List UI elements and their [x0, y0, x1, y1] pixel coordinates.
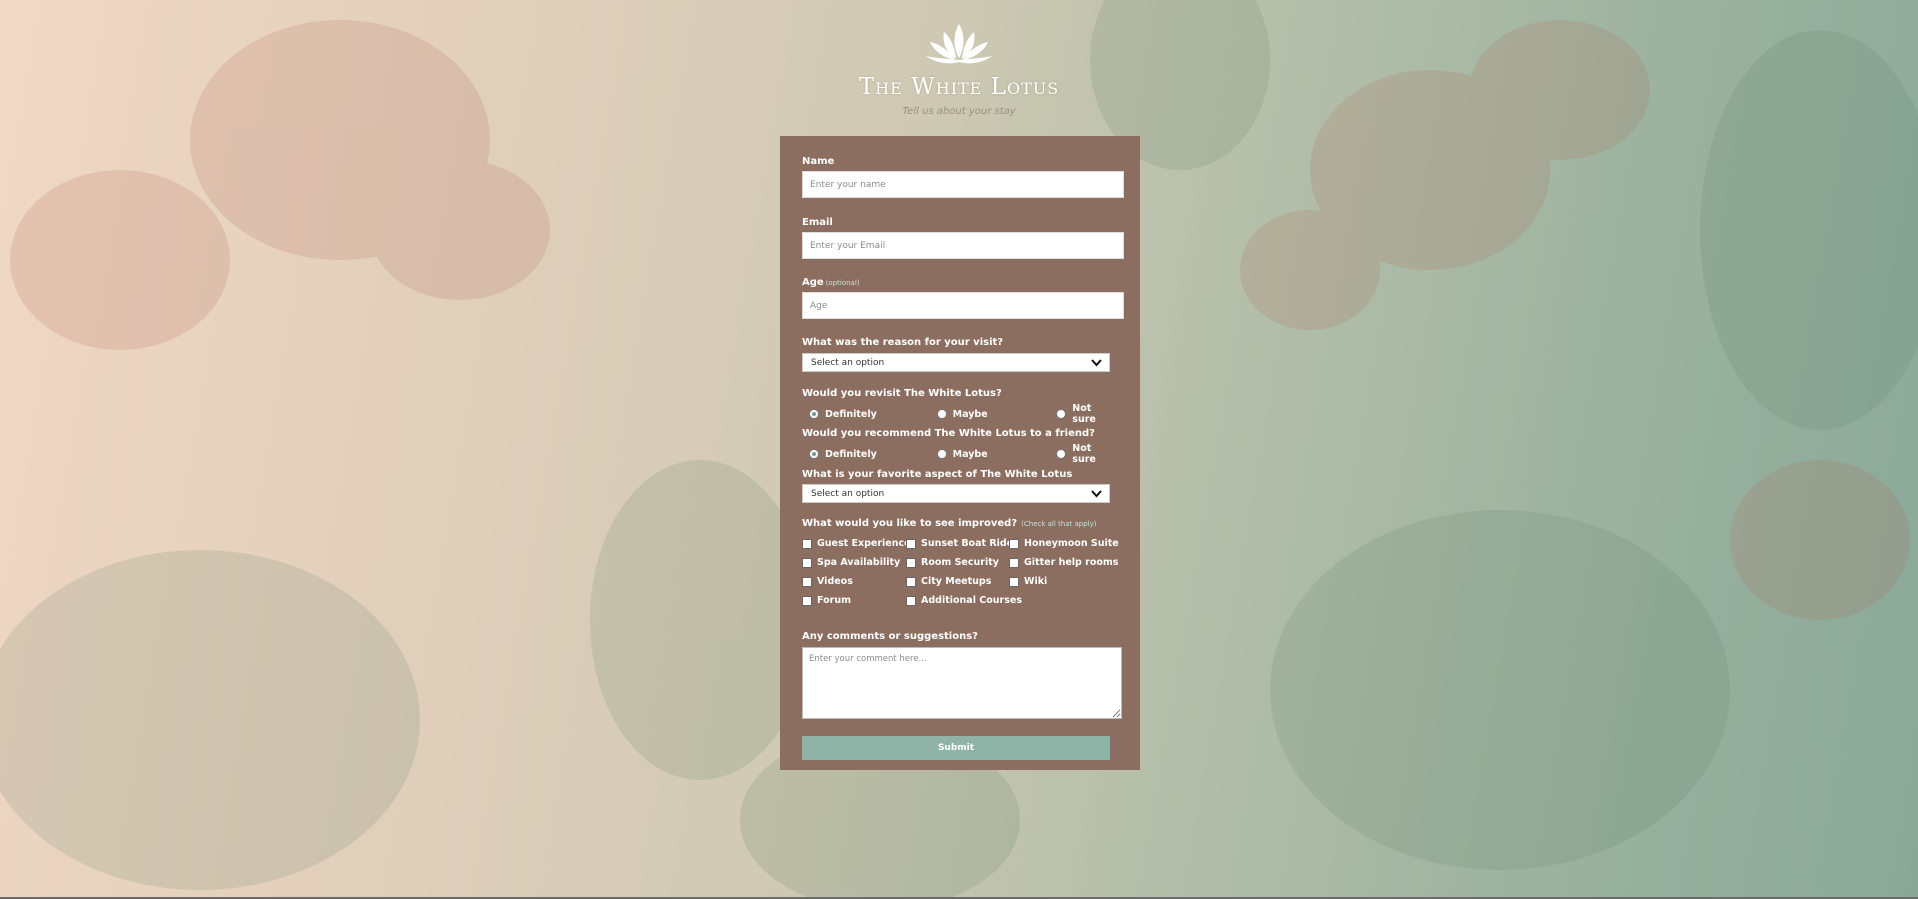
radio-label: Definitely [825, 408, 877, 420]
reason-select[interactable]: Select an option [802, 353, 1110, 372]
checkbox[interactable] [906, 557, 916, 568]
name-input[interactable] [802, 171, 1124, 198]
radio[interactable] [936, 449, 947, 459]
comments-label: Any comments or suggestions? [802, 631, 978, 642]
radio-label: Definitely [825, 448, 877, 460]
radio[interactable] [1056, 409, 1067, 419]
radio-label: Maybe [952, 448, 988, 460]
improve-option-room-security[interactable]: Room Security [906, 556, 1009, 569]
improve-option-honeymoon-suite[interactable]: Honeymoon Suite [1009, 537, 1119, 550]
checkbox[interactable] [906, 538, 916, 549]
checkbox-label: Gitter help rooms [1024, 557, 1119, 568]
improve-option-city-meetups[interactable]: City Meetups [906, 575, 1009, 588]
checkbox[interactable] [1009, 557, 1019, 568]
checkbox-label: Honeymoon Suite [1024, 538, 1119, 549]
comments-textarea[interactable] [802, 647, 1122, 719]
checkbox-label: Additional Courses [921, 595, 1022, 606]
checkbox-label: Room Security [921, 557, 999, 568]
radio[interactable] [1056, 449, 1067, 459]
checkbox[interactable] [1009, 538, 1019, 549]
checkbox-label: Guest Experience [817, 538, 911, 549]
reason-label: What was the reason for your visit? [802, 337, 1004, 348]
age-input[interactable] [802, 292, 1124, 319]
revisit-radio-group: Definitely Maybe Not sure [802, 403, 1118, 425]
checkbox-label: City Meetups [921, 576, 992, 587]
improve-option-guest-experience[interactable]: Guest Experience [802, 537, 911, 550]
checkbox[interactable] [906, 595, 916, 606]
radio-label: Not sure [1072, 403, 1096, 425]
radio-selected[interactable] [809, 449, 819, 459]
checkbox-label: Sunset Boat Ride [921, 538, 1014, 549]
site-title: The White Lotus [858, 74, 1060, 100]
page-header: The White Lotus Tell us about your stay [759, 20, 1159, 117]
age-label-text: Age [802, 277, 824, 288]
improve-checkbox-group: Guest Experience Sunset Boat Ride Honeym… [802, 537, 1119, 607]
checkbox-label: Videos [817, 576, 853, 587]
recommend-radio-group: Definitely Maybe Not sure [802, 443, 1118, 465]
chevron-down-icon [1091, 490, 1102, 498]
checkbox[interactable] [802, 538, 812, 549]
improve-option-forum[interactable]: Forum [802, 594, 906, 607]
improve-label: What would you like to see improved? (Che… [802, 518, 1118, 529]
chevron-down-icon [1091, 359, 1102, 367]
improve-option-wiki[interactable]: Wiki [1009, 575, 1119, 588]
email-input[interactable] [802, 232, 1124, 259]
submit-button[interactable]: Submit [802, 736, 1110, 760]
checkbox-label: Wiki [1024, 576, 1048, 587]
favorite-select[interactable]: Select an option [802, 484, 1110, 503]
site-subtitle: Tell us about your stay [902, 106, 1016, 117]
improve-option-videos[interactable]: Videos [802, 575, 906, 588]
checkbox-label: Forum [817, 595, 851, 606]
recommend-option-maybe[interactable]: Maybe [936, 448, 1057, 460]
checkbox[interactable] [802, 595, 812, 606]
recommend-label: Would you recommend The White Lotus to a… [802, 428, 1095, 439]
improve-option-additional-courses[interactable]: Additional Courses [906, 594, 1022, 607]
improve-hint: (Check all that apply) [1021, 520, 1097, 528]
survey-form: Name Email Age(optional) What was the re… [780, 136, 1140, 770]
lotus-logo-icon [926, 24, 992, 64]
improve-option-gitter-help-rooms[interactable]: Gitter help rooms [1009, 556, 1119, 569]
revisit-option-maybe[interactable]: Maybe [936, 408, 1057, 420]
checkbox[interactable] [906, 576, 916, 587]
revisit-option-definitely[interactable]: Definitely [809, 409, 937, 420]
radio-label: Not sure [1072, 443, 1096, 465]
revisit-label: Would you revisit The White Lotus? [802, 388, 1002, 399]
checkbox-label: Spa Availability [817, 557, 901, 568]
favorite-select-value: Select an option [811, 489, 885, 499]
age-label: Age (optional) [802, 277, 1118, 288]
revisit-option-not-sure[interactable]: Not sure [1056, 403, 1118, 425]
email-label: Email [802, 217, 833, 228]
recommend-option-not-sure[interactable]: Not sure [1056, 443, 1118, 465]
checkbox[interactable] [802, 576, 812, 587]
radio-selected[interactable] [809, 409, 819, 419]
reason-select-value: Select an option [811, 358, 885, 368]
favorite-label: What is your favorite aspect of The Whit… [802, 469, 1073, 480]
radio-label: Maybe [952, 408, 988, 420]
improve-label-text: What would you like to see improved? [802, 518, 1018, 529]
checkbox[interactable] [802, 557, 812, 568]
improve-option-spa-availability[interactable]: Spa Availability [802, 556, 906, 569]
radio[interactable] [936, 409, 947, 419]
improve-option-sunset-boat-ride[interactable]: Sunset Boat Ride [906, 537, 1013, 550]
age-optional-hint: (optional) [825, 279, 860, 287]
name-label: Name [802, 156, 835, 167]
recommend-option-definitely[interactable]: Definitely [809, 449, 937, 460]
checkbox[interactable] [1009, 576, 1019, 587]
